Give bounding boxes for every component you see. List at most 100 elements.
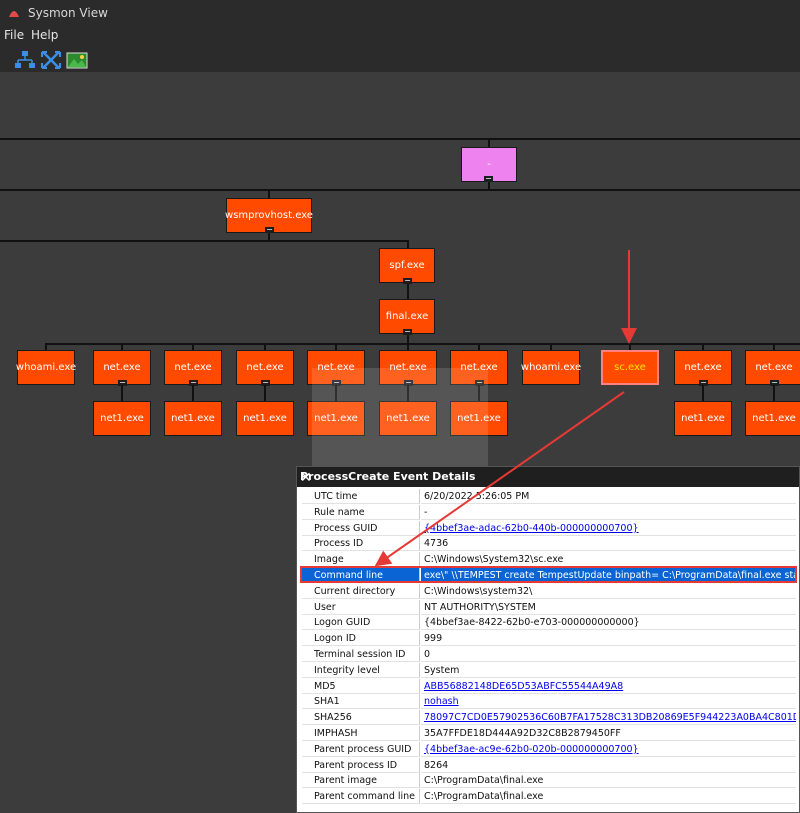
collapse-toggle[interactable]: − [265, 226, 274, 234]
node-label: net1.exe [752, 413, 796, 424]
details-key: Parent image [302, 773, 420, 789]
details-value-link[interactable]: {4bbef3ae-adac-62b0-440b-000000000700} [421, 521, 796, 536]
tree-connector [121, 385, 123, 401]
node-label: whoami.exe [520, 362, 582, 373]
details-row[interactable]: IMPHASH 35A7FFDE18D444A92D32C8B2879450FF [302, 725, 796, 742]
details-value: C:\Windows\System32\sc.exe [421, 552, 796, 568]
process-node-net1[interactable]: net1.exe [164, 401, 222, 436]
node-label: wsmprovhost.exe [225, 210, 313, 221]
tree-connector [264, 385, 266, 401]
details-key: Logon ID [302, 631, 420, 647]
app-logo-icon [9, 11, 19, 17]
details-value: 6/20/2022 5:26:05 PM [421, 489, 796, 504]
details-row[interactable]: Rule name - [302, 504, 796, 521]
details-value: - [421, 505, 796, 520]
collapse-toggle[interactable]: − [403, 277, 412, 285]
collapse-toggle[interactable]: − [403, 328, 412, 336]
menu-file[interactable]: File [4, 28, 24, 42]
tree-connector [192, 385, 194, 401]
details-row[interactable]: Logon ID 999 [302, 631, 796, 647]
details-value-link[interactable]: nohash [421, 694, 796, 710]
details-key: Process ID [302, 536, 420, 552]
details-key: MD5 [302, 678, 420, 694]
tree-connector [702, 385, 704, 401]
details-key: SHA256 [302, 710, 420, 726]
details-key: Parent command line [302, 789, 420, 805]
details-key: Current directory [302, 583, 420, 599]
details-value: C:\ProgramData\final.exe [421, 773, 796, 789]
node-label: net1.exe [171, 413, 215, 424]
node-label: net1.exe [681, 413, 725, 424]
details-key: Integrity level [302, 662, 420, 678]
details-row[interactable]: Parent process GUID {4bbef3ae-ac9e-62b0-0… [302, 741, 796, 758]
node-label: final.exe [385, 311, 429, 322]
process-node-sc-selected[interactable]: sc.exe [601, 350, 659, 385]
process-node-net1[interactable]: net1.exe [236, 401, 294, 436]
node-label: net.exe [246, 362, 284, 373]
details-key: Rule name [302, 504, 420, 520]
tree-connector [0, 240, 409, 242]
details-row[interactable]: MD5 ABB56882148DE65D53ABFC55544A49A8 [302, 678, 796, 695]
details-value: C:\Windows\system32\ [421, 584, 796, 599]
node-label: sc.exe [614, 362, 646, 373]
details-value: 999 [421, 631, 796, 647]
window-title: Sysmon View [28, 6, 108, 20]
process-node-whoami[interactable]: whoami.exe [16, 350, 76, 385]
close-icon[interactable]: ✕ [300, 470, 793, 486]
details-value-link[interactable]: {4bbef3ae-ac9e-62b0-020b-000000000700} [421, 742, 796, 757]
expand-icon[interactable] [40, 50, 62, 70]
details-row[interactable]: Parent command line C:\ProgramData\final.… [302, 789, 796, 805]
details-key: Terminal session ID [302, 646, 420, 662]
details-row[interactable]: Parent process ID 8264 [302, 757, 796, 774]
details-key: Logon GUID [302, 615, 420, 631]
details-value: 4736 [421, 536, 796, 552]
details-key: IMPHASH [302, 725, 420, 741]
details-value: System [421, 663, 796, 678]
hierarchy-icon[interactable] [14, 50, 36, 70]
details-row[interactable]: Process GUID {4bbef3ae-adac-62b0-440b-000… [302, 520, 796, 537]
collapse-toggle[interactable]: − [484, 175, 493, 183]
details-row[interactable]: SHA256 78097C7CD0E57902536C60B7FA17528C31… [302, 710, 796, 726]
details-value-link[interactable]: ABB56882148DE65D53ABFC55544A49A8 [421, 679, 796, 694]
tree-connector [0, 138, 800, 140]
details-value: 8264 [421, 758, 796, 773]
node-label: net.exe [755, 362, 793, 373]
tree-connector [488, 182, 490, 190]
details-row[interactable]: Logon GUID {4bbef3ae-8422-62b0-e703-00000… [302, 615, 796, 631]
details-value-link[interactable]: 78097C7CD0E57902536C60B7FA17528C313DB208… [421, 710, 796, 726]
node-label: net.exe [684, 362, 722, 373]
details-row[interactable]: Terminal session ID 0 [302, 646, 796, 663]
node-label: net1.exe [100, 413, 144, 424]
menu-help[interactable]: Help [31, 28, 58, 42]
details-key: Parent process GUID [302, 741, 420, 757]
process-node-net1[interactable]: net1.exe [93, 401, 151, 436]
command-line-highlight-box [300, 566, 797, 583]
details-row[interactable]: Integrity level System [302, 662, 796, 679]
details-value: C:\ProgramData\final.exe [421, 789, 796, 805]
dialog-title-bar: ProcessCreate Event Details ✕ [297, 467, 799, 487]
image-view-icon[interactable] [66, 50, 88, 70]
process-node-net1[interactable]: net1.exe [745, 401, 800, 436]
details-key: Image [302, 552, 420, 568]
details-key: SHA1 [302, 694, 420, 710]
tree-connector [45, 343, 800, 345]
node-label: net.exe [174, 362, 212, 373]
node-label: - [487, 159, 491, 170]
details-key: Process GUID [302, 520, 420, 536]
process-node-whoami[interactable]: whoami.exe [520, 350, 582, 385]
details-value: NT AUTHORITY\SYSTEM [421, 600, 796, 615]
menu-bar: File Help [0, 26, 800, 44]
details-key: Parent process ID [302, 757, 420, 773]
details-row[interactable]: Process ID 4736 [302, 536, 796, 552]
details-key: UTC time [302, 489, 420, 504]
details-row[interactable]: SHA1 nohash [302, 694, 796, 710]
details-row[interactable]: Current directory C:\Windows\system32\ [302, 583, 796, 600]
details-key: User [302, 599, 420, 615]
process-node-net1[interactable]: net1.exe [674, 401, 732, 436]
details-row[interactable]: User NT AUTHORITY\SYSTEM [302, 599, 796, 616]
details-value: 0 [421, 647, 796, 662]
details-row[interactable]: Parent image C:\ProgramData\final.exe [302, 773, 796, 789]
node-label: spf.exe [389, 260, 425, 271]
tree-connector [773, 385, 775, 401]
details-row[interactable]: UTC time 6/20/2022 5:26:05 PM [302, 489, 796, 505]
